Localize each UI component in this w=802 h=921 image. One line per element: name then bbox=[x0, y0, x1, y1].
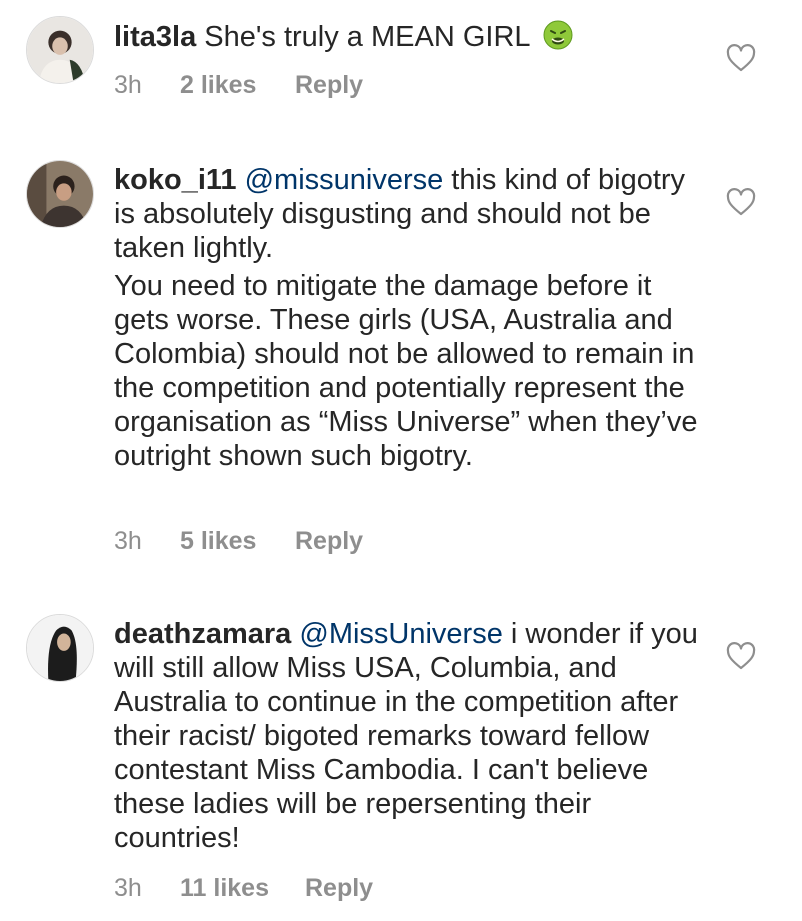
avatar[interactable] bbox=[26, 614, 94, 682]
comment-text: lita3la She's truly a MEAN GIRL bbox=[114, 19, 714, 54]
heart-outline-icon[interactable] bbox=[726, 188, 756, 216]
avatar-image bbox=[27, 17, 93, 83]
reply-button[interactable]: Reply bbox=[295, 527, 363, 556]
reply-button[interactable]: Reply bbox=[295, 71, 363, 100]
comment-username[interactable]: lita3la bbox=[114, 21, 196, 53]
avatar[interactable] bbox=[26, 160, 94, 228]
comment-likes[interactable]: 11 likes bbox=[180, 874, 305, 903]
comment-time: 3h bbox=[114, 71, 142, 99]
nauseated-face-emoji-icon bbox=[542, 19, 574, 51]
heart-outline-icon[interactable] bbox=[726, 642, 756, 670]
comment-meta: 3h 5 likes Reply bbox=[114, 527, 363, 556]
reply-button[interactable]: Reply bbox=[305, 874, 373, 903]
comment-mention[interactable]: @missuniverse bbox=[245, 164, 444, 196]
heart-outline-icon[interactable] bbox=[726, 44, 756, 72]
avatar[interactable] bbox=[26, 16, 94, 84]
comment-username[interactable]: koko_i11 bbox=[114, 164, 237, 196]
comment-mention[interactable]: @MissUniverse bbox=[299, 618, 502, 650]
comment-body: i wonder if you will still allow Miss US… bbox=[114, 618, 698, 854]
comment-time: 3h bbox=[114, 874, 142, 902]
comment-likes[interactable]: 2 likes bbox=[180, 71, 295, 100]
comment-username[interactable]: deathzamara bbox=[114, 618, 291, 650]
comment-body-continued: You need to mitigate the damage before i… bbox=[114, 270, 698, 472]
comment-meta: 3h 11 likes Reply bbox=[114, 874, 373, 903]
avatar-image bbox=[27, 161, 93, 227]
comment-body: She's truly a MEAN GIRL bbox=[196, 21, 530, 53]
comment-text: koko_i11 @missuniverse this kind of bigo… bbox=[114, 163, 714, 473]
comment-time: 3h bbox=[114, 527, 142, 555]
comment-text: deathzamara @MissUniverse i wonder if yo… bbox=[114, 617, 714, 855]
comment-likes[interactable]: 5 likes bbox=[180, 527, 295, 556]
avatar-image bbox=[27, 615, 93, 681]
comment-meta: 3h 2 likes Reply bbox=[114, 71, 363, 100]
